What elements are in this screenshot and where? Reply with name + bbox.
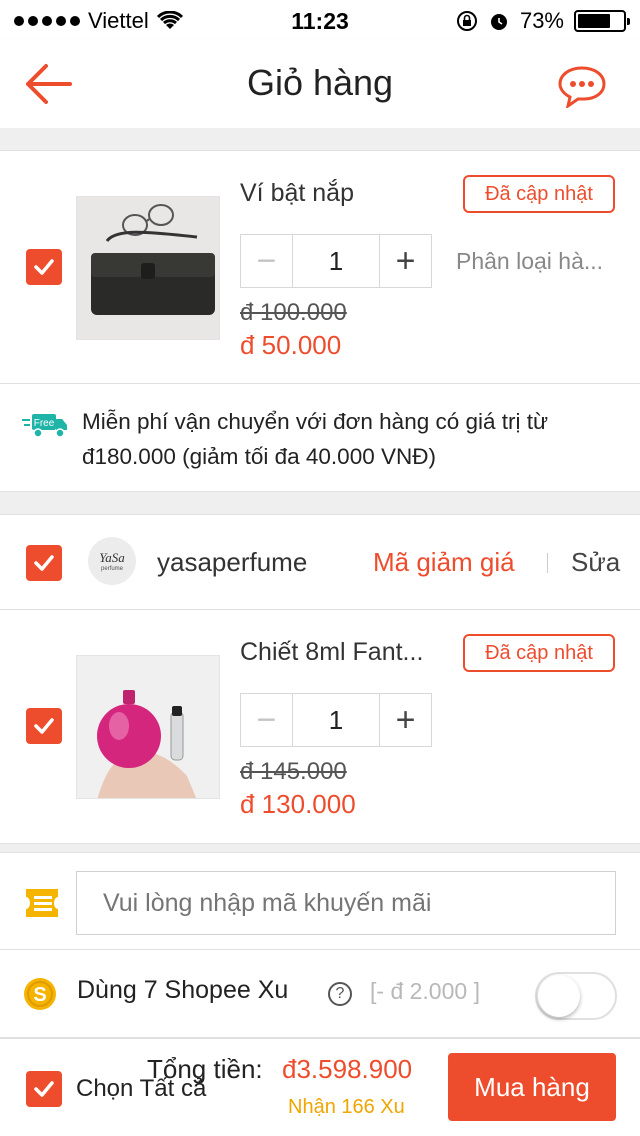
coins-toggle[interactable] xyxy=(535,972,617,1020)
original-price: đ 145.000 xyxy=(240,758,347,785)
check-icon xyxy=(34,1081,54,1097)
chat-icon[interactable] xyxy=(556,64,608,108)
sale-price: đ 130.000 xyxy=(240,789,356,819)
shopee-coin-icon: S xyxy=(24,978,56,1010)
svg-text:S: S xyxy=(33,984,46,1006)
perfume-image xyxy=(77,656,219,798)
nav-bar: Giỏ hàng xyxy=(0,40,640,128)
check-icon xyxy=(34,259,54,275)
coins-earned: Nhận 166 Xu xyxy=(288,1096,405,1118)
shop-logo-sub: perfume xyxy=(100,566,123,572)
cart-item: Ví bật nắp Đã cập nhật − 1 + Phân loại h… xyxy=(0,150,640,384)
quantity-stepper: − 1 + xyxy=(240,693,432,747)
shop-logo-text: YaSa xyxy=(99,550,125,565)
coins-discount: [- đ 2.000 ] xyxy=(370,978,480,1004)
updated-badge: Đã cập nhật xyxy=(463,634,615,672)
total-label: Tổng tiền: xyxy=(147,1054,263,1084)
battery-percent: 73% xyxy=(519,8,564,33)
alarm-icon xyxy=(490,14,507,30)
shop-checkbox[interactable] xyxy=(26,545,62,581)
coins-row: S Dùng 7 Shopee Xu ? [- đ 2.000 ] xyxy=(0,950,640,1038)
shop-name[interactable]: yasaperfume xyxy=(157,547,307,578)
shop-header: YaSa perfume yasaperfume Mã giảm giá Sửa xyxy=(0,514,640,610)
shipping-notice: Free Miễn phí vận chuyển với đơn hàng có… xyxy=(0,384,640,492)
section-gap xyxy=(0,128,640,150)
increase-button[interactable]: + xyxy=(379,694,431,746)
free-shipping-truck-icon: Free xyxy=(22,414,67,438)
product-image[interactable] xyxy=(76,196,220,340)
quantity-stepper: − 1 + xyxy=(240,234,432,288)
coins-label: Dùng 7 Shopee Xu xyxy=(77,976,289,1004)
status-right: 73% xyxy=(456,8,630,34)
battery-icon xyxy=(574,10,630,32)
shop-avatar[interactable]: YaSa perfume xyxy=(88,537,136,585)
quantity-value[interactable]: 1 xyxy=(293,694,379,746)
item-checkbox[interactable] xyxy=(26,708,62,744)
updated-badge: Đã cập nhật xyxy=(463,175,615,213)
select-all-checkbox[interactable] xyxy=(26,1071,62,1107)
promo-code-input[interactable] xyxy=(76,871,616,935)
status-bar: Viettel 11:23 73% xyxy=(0,0,640,40)
item-checkbox[interactable] xyxy=(26,249,62,285)
free-badge-text: Free xyxy=(34,418,55,429)
shipping-text: Miễn phí vận chuyển với đơn hàng có giá … xyxy=(82,409,549,469)
toggle-knob xyxy=(538,975,580,1017)
promo-code-row xyxy=(0,852,640,950)
rotation-lock-icon xyxy=(456,11,477,31)
cart-item: Chiết 8ml Fant... Đã cập nhật − 1 + đ 14… xyxy=(0,610,640,844)
product-name[interactable]: Ví bật nắp xyxy=(240,179,354,208)
check-icon xyxy=(34,555,54,571)
sale-price: đ 50.000 xyxy=(240,330,342,360)
variation-selector[interactable]: Phân loại hà... xyxy=(456,248,603,275)
checkout-bar: Chọn Tất cả Tổng tiền: đ3.598.900 Nhận 1… xyxy=(0,1038,640,1136)
decrease-button[interactable]: − xyxy=(241,235,293,287)
edit-button[interactable]: Sửa xyxy=(571,547,620,578)
product-name[interactable]: Chiết 8ml Fant... xyxy=(240,638,423,667)
shop-voucher-link[interactable]: Mã giảm giá xyxy=(373,547,515,578)
increase-button[interactable]: + xyxy=(379,235,431,287)
divider xyxy=(547,553,548,573)
product-image[interactable] xyxy=(76,655,220,799)
check-icon xyxy=(34,718,54,734)
wallet-image xyxy=(77,197,219,339)
voucher-icon xyxy=(26,889,58,917)
total-amount: đ3.598.900 xyxy=(282,1054,413,1084)
original-price: đ 100.000 xyxy=(240,299,347,326)
decrease-button[interactable]: − xyxy=(241,694,293,746)
page-title: Giỏ hàng xyxy=(246,62,394,103)
quantity-value[interactable]: 1 xyxy=(293,235,379,287)
help-icon[interactable]: ? xyxy=(328,982,352,1006)
section-gap xyxy=(0,844,640,852)
buy-button[interactable]: Mua hàng xyxy=(448,1053,616,1121)
section-gap xyxy=(0,492,640,514)
